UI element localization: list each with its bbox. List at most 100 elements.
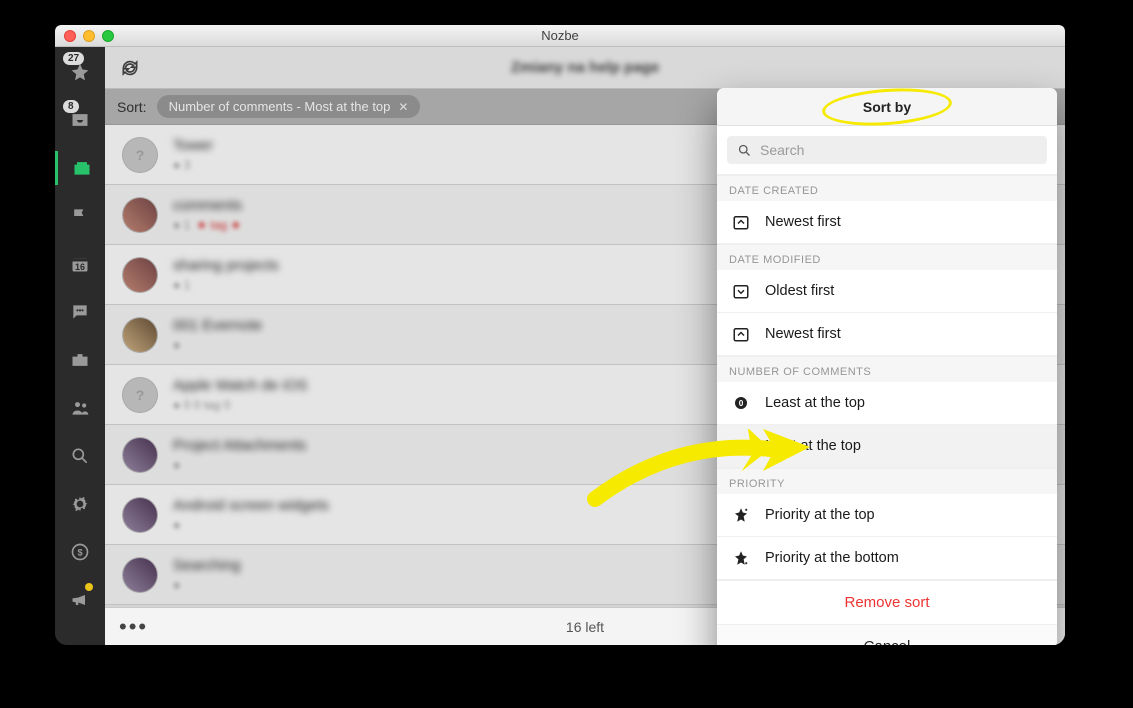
projects-icon xyxy=(72,158,92,178)
flag-icon xyxy=(70,206,90,226)
sidebar-item-calendar[interactable]: 16 xyxy=(63,247,97,281)
page-title: Zmiany na help page xyxy=(511,59,659,76)
avatar xyxy=(123,318,157,352)
option-label: Newest first xyxy=(765,326,841,342)
sidebar-item-settings[interactable] xyxy=(63,487,97,521)
task-meta: ● xyxy=(173,458,306,472)
maximize-window-button[interactable] xyxy=(102,30,114,42)
titlebar: Nozbe xyxy=(55,25,1065,47)
section-date-modified-label: DATE MODIFIED xyxy=(717,244,1057,270)
sort-popover-title: Sort by xyxy=(863,99,911,115)
app-window: Nozbe 27 8 xyxy=(55,25,1065,645)
star-up-icon xyxy=(731,505,751,525)
sidebar-item-announce[interactable] xyxy=(63,583,97,617)
svg-text:0: 0 xyxy=(739,399,744,408)
search-icon xyxy=(737,143,752,158)
option-label: Priority at the bottom xyxy=(765,550,899,566)
more-button[interactable]: ••• xyxy=(119,614,148,640)
avatar xyxy=(123,558,157,592)
main-header: Zmiany na help page xyxy=(105,47,1065,89)
comments-icon xyxy=(70,302,90,322)
task-title: sharing projects xyxy=(173,257,279,274)
briefcase-icon xyxy=(70,350,90,370)
sidebar-item-flag[interactable] xyxy=(63,199,97,233)
refresh-icon xyxy=(120,58,140,78)
sidebar-item-comments[interactable] xyxy=(63,295,97,329)
search-icon xyxy=(70,446,90,466)
task-meta: ● 0 0 tag 0 xyxy=(173,398,308,412)
task-meta: ● xyxy=(173,518,329,532)
task-title: Tower xyxy=(173,137,213,154)
count-zero-icon: 0 xyxy=(731,393,751,413)
calendar-oldest-icon xyxy=(731,281,751,301)
refresh-button[interactable] xyxy=(115,53,145,83)
footer-count: 16 left xyxy=(566,619,604,635)
calendar-day: 16 xyxy=(75,262,85,272)
nav-sidebar: 27 8 16 xyxy=(55,47,105,645)
task-meta: ● xyxy=(173,338,262,352)
task-title: Searching xyxy=(173,557,241,574)
task-meta: ● 1 xyxy=(173,278,279,292)
task-meta: ● xyxy=(173,578,241,592)
remove-sort-button[interactable]: Remove sort xyxy=(717,580,1057,624)
option-date-created-newest[interactable]: Newest first xyxy=(717,201,1057,244)
option-comments-most[interactable]: 9 Most at the top xyxy=(717,425,1057,468)
window-title: Nozbe xyxy=(541,28,579,43)
inbox-badge: 8 xyxy=(63,100,79,113)
option-priority-top[interactable]: Priority at the top xyxy=(717,494,1057,537)
megaphone-icon xyxy=(70,590,90,610)
svg-text:9: 9 xyxy=(739,442,744,451)
sort-chip[interactable]: Number of comments - Most at the top ✕ xyxy=(157,95,421,118)
sidebar-item-business[interactable]: $ xyxy=(63,535,97,569)
option-date-modified-newest[interactable]: Newest first xyxy=(717,313,1057,356)
option-date-modified-oldest[interactable]: Oldest first xyxy=(717,270,1057,313)
notification-dot xyxy=(85,583,93,591)
avatar xyxy=(123,498,157,532)
option-label: Least at the top xyxy=(765,395,865,411)
section-date-created-label: DATE CREATED xyxy=(717,175,1057,201)
sidebar-item-priority[interactable]: 27 xyxy=(63,55,97,89)
calendar-newest-icon xyxy=(731,324,751,344)
dollar-icon: $ xyxy=(70,542,90,562)
sidebar-item-search[interactable] xyxy=(63,439,97,473)
team-icon xyxy=(70,398,90,418)
star-badge: 27 xyxy=(63,52,84,65)
avatar xyxy=(123,258,157,292)
sidebar-item-templates[interactable] xyxy=(63,343,97,377)
section-comments-label: NUMBER OF COMMENTS xyxy=(717,356,1057,382)
option-label: Oldest first xyxy=(765,283,834,299)
star-icon xyxy=(70,62,90,82)
gear-icon xyxy=(70,494,90,514)
sidebar-item-projects[interactable] xyxy=(55,151,105,185)
sort-popover: Sort by DATE CREATED Newest first xyxy=(717,88,1057,645)
task-meta: ● 3 xyxy=(173,158,213,172)
sort-search-box[interactable] xyxy=(727,136,1047,164)
option-comments-least[interactable]: 0 Least at the top xyxy=(717,382,1057,425)
sort-popover-header: Sort by xyxy=(717,88,1057,126)
task-title: Apple Watch de iOS xyxy=(173,377,308,394)
task-title: comments xyxy=(173,197,242,214)
avatar xyxy=(123,138,157,172)
close-window-button[interactable] xyxy=(64,30,76,42)
inbox-icon xyxy=(70,110,90,130)
task-title: Project Attachments xyxy=(173,437,306,454)
task-title: 001 Evernote xyxy=(173,317,262,334)
sort-chip-label: Number of comments - Most at the top xyxy=(169,99,391,114)
sidebar-item-inbox[interactable]: 8 xyxy=(63,103,97,137)
close-icon[interactable]: ✕ xyxy=(398,100,408,114)
sidebar-item-team[interactable] xyxy=(63,391,97,425)
task-title: Android screen widgets xyxy=(173,497,329,514)
option-label: Most at the top xyxy=(765,438,861,454)
option-label: Newest first xyxy=(765,214,841,230)
option-priority-bottom[interactable]: Priority at the bottom xyxy=(717,537,1057,580)
avatar xyxy=(123,438,157,472)
option-label: Priority at the top xyxy=(765,507,875,523)
avatar xyxy=(123,378,157,412)
main-area: Zmiany na help page Sort: Number of comm… xyxy=(105,47,1065,645)
cancel-button[interactable]: Cancel xyxy=(717,624,1057,645)
minimize-window-button[interactable] xyxy=(83,30,95,42)
sort-search-input[interactable] xyxy=(760,142,1037,158)
task-meta: ● 1★ tag ★ xyxy=(173,218,242,232)
star-down-icon xyxy=(731,548,751,568)
count-nine-icon: 9 xyxy=(731,436,751,456)
